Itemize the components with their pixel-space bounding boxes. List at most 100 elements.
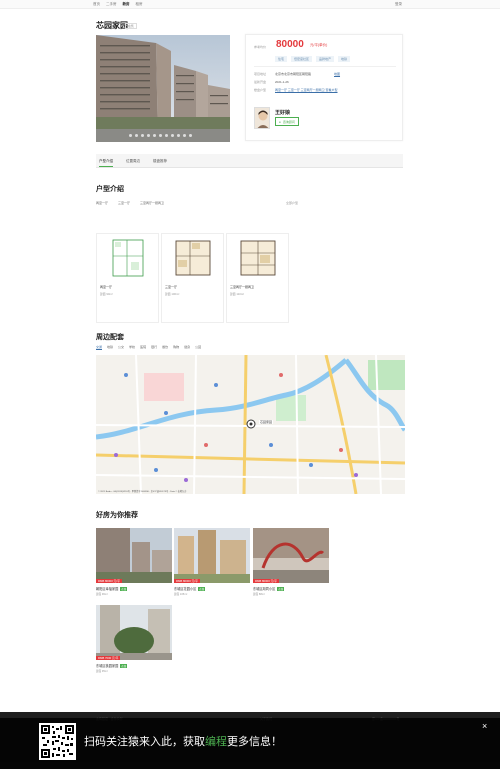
map-category[interactable]: 购物 [173,345,179,350]
recommend-card[interactable]: RMB 80000 元/平 东城区胡同小区 在售 建面 88m² [253,528,329,596]
floorplan-image [240,240,276,276]
price-badge: RMB 80000 元/平 [174,579,200,583]
building-photo [96,35,230,142]
layouts-title: 户型介绍 [96,186,124,193]
map-category[interactable]: 学校 [129,345,135,350]
feature-tags: 住宅 低密度社区 品牌地产 地铁 [275,56,351,62]
sale-tag: 在售 [120,586,128,591]
nav-link-home[interactable]: 首页 [93,2,100,7]
gallery-dot[interactable] [135,134,138,137]
recommend-card[interactable]: RMB 80000 元/平 朝阳区幸福家园 在售 建面 96m² [96,528,172,596]
recommend-name: 东城区花园小区 [174,587,197,591]
feature-tag: 品牌地产 [316,56,335,62]
price-badge: RMB 7000 元/平 [96,656,121,660]
feature-tag: 低密度社区 [291,56,313,62]
floorplan-area: 建面 100m² [165,292,180,296]
map-category[interactable]: 银行 [151,345,157,350]
map-marker-label: 芯园家园 [259,420,274,424]
floorplan-area: 建面 90m² [100,292,113,296]
gallery-pagination [129,134,192,137]
consult-button-label: 咨询顾问 [282,119,295,124]
recommend-title: 好房为你推荐 [96,512,138,519]
layout-filter[interactable]: 两室一厅 [96,201,108,205]
recommend-name: 朝阳区幸福家园 [96,587,119,591]
map-category[interactable]: 健身 [184,345,190,350]
surroundings-map[interactable]: 芯园家园 © 2021 Baidu - GS(2019)5218号 - 甲测资字… [96,355,405,494]
gallery-dot[interactable] [153,134,156,137]
nav-link-secondhand[interactable]: 二手房 [106,2,117,7]
top-nav: 首页 二手房 新房 租房 登录 [0,0,500,9]
qr-message-start: 扫码关注猿来入此，获取 [84,736,205,748]
nav-link-newhouse[interactable]: 新房 [123,2,130,7]
gallery-dot[interactable] [183,134,186,137]
floorplan-name: 两室一厅 [100,285,113,289]
map-category[interactable]: 公交 [118,345,124,350]
nav-link-rent[interactable]: 租房 [136,2,143,7]
recommend-image: RMB 7000 元/平 [96,605,172,660]
layouts-links[interactable]: 两室一厅 三室一厅 三室两厅一厨两卫 查看户型 [275,88,338,92]
map-category[interactable]: 地铁 [107,345,113,350]
status-badge: 在售 [125,23,138,29]
price-label: 参考均价 [254,45,267,49]
gallery-dot[interactable] [177,134,180,137]
floorplan-card[interactable]: 三室两厅一厨两卫 建面 110m² [226,233,289,323]
page-title: 芯园家园 [96,21,128,30]
recommend-name: 东城区胡同小区 [253,587,276,591]
floorplan-name: 三室两厅一厨两卫 [230,285,255,289]
info-card: 参考均价 80000 元/平(单价) 住宅 低密度社区 品牌地产 地铁 项目地址… [245,34,403,141]
gallery-dot[interactable] [141,134,144,137]
recommend-area: 建面 96m² [96,593,108,596]
gallery-dot[interactable] [171,134,174,137]
sale-tag: 在售 [277,586,285,591]
tab-recommend[interactable]: 楼盘推荐 [153,159,167,164]
floorplan-image [112,239,144,277]
floorplan-area: 建面 110m² [230,292,245,296]
gallery-dot[interactable] [147,134,150,137]
opening-value: 2021-1-26 [275,80,289,84]
qr-message: 扫码关注猿来入此，获取编程更多信息！ [84,733,282,749]
sale-tag: 在售 [120,663,128,668]
floorplan-card[interactable]: 三室一厅 建面 100m² [161,233,224,323]
tab-location[interactable]: 位置周边 [126,159,140,164]
recommend-image: RMB 80000 元/平 [253,528,329,583]
surroundings-title: 周边配套 [96,334,124,341]
layout-filter[interactable]: 三室两厅一厨两卫 [140,201,164,205]
qr-message-highlight: 编程 [205,736,227,748]
layout-filters: 两室一厅 三室一厅 三室两厅一厨两卫 [96,201,164,205]
gallery-dot[interactable] [129,134,132,137]
consult-button[interactable]: ● 咨询顾问 [275,117,299,126]
address-value: 北京市北京市朝阳区朝阳路 [275,72,312,76]
price-badge: RMB 80000 元/平 [96,579,122,583]
address-label: 项目地址 [254,72,267,76]
map-category[interactable]: 公园 [195,345,201,350]
price-value: 80000 [276,39,304,50]
gallery-dot[interactable] [189,134,192,137]
login-link[interactable]: 登录 [395,2,402,7]
recommend-area: 建面 88m² [253,593,265,596]
floorplan-image [175,240,211,276]
price-unit: 元/平(单价) [310,43,328,47]
layouts-label: 楼盘户型 [254,88,267,92]
map-category[interactable]: 餐饮 [162,345,168,350]
floorplan-card[interactable]: 两室一厅 建面 90m² [96,233,159,323]
recommend-card[interactable]: RMB 7000 元/平 东城区桃园家园 在售 建面 95m² [96,605,172,673]
agent-name: 王好娘 [275,110,291,116]
photo-gallery[interactable] [96,35,230,142]
sale-tag: 在售 [198,586,206,591]
gallery-dot[interactable] [159,134,162,137]
map-link[interactable]: 地图 [334,72,340,76]
floorplan-name: 三室一厅 [165,285,178,289]
all-layouts-link[interactable]: 全部户型 [286,201,298,205]
tab-layouts[interactable]: 户型介绍 [99,159,113,167]
recommend-image: RMB 80000 元/平 [174,528,250,583]
chat-icon: ● [279,119,281,124]
agent-avatar [254,107,270,129]
layout-filter[interactable]: 三室一厅 [118,201,130,205]
close-icon[interactable]: × [482,721,487,731]
recommend-card[interactable]: RMB 80000 元/平 东城区花园小区 在售 建面 105m² [174,528,250,596]
gallery-dot[interactable] [165,134,168,137]
qr-banner: 扫码关注猿来入此，获取编程更多信息！ × [0,718,500,769]
section-tabs: 户型介绍 位置周边 楼盘推荐 [96,154,403,168]
map-category[interactable]: 交通 [96,345,103,350]
map-category[interactable]: 医院 [140,345,146,350]
